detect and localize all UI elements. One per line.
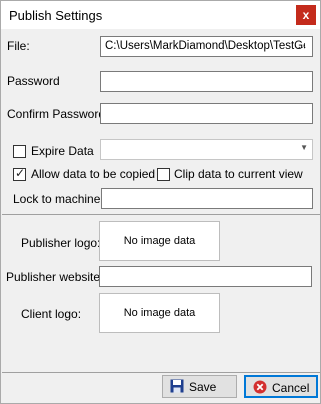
password-field[interactable]	[100, 71, 313, 92]
lock-to-machine-field[interactable]	[101, 188, 313, 209]
client-logo-label: Client logo:	[21, 307, 82, 321]
title-bar: Publish Settings x	[1, 1, 320, 29]
publisher-logo-placeholder: No image data	[123, 235, 196, 247]
client-logo-box[interactable]: No image data	[99, 293, 220, 333]
allow-copy-checkbox[interactable]: ✓	[13, 166, 26, 181]
close-button[interactable]: x	[296, 5, 316, 25]
window-title: Publish Settings	[9, 8, 103, 23]
cancel-button-label: Cancel	[272, 381, 310, 395]
chevron-down-icon[interactable]: ▼	[300, 143, 308, 152]
lock-to-machine-label: Lock to machine:	[13, 192, 104, 206]
browse-button[interactable]: ...	[294, 38, 310, 55]
file-path-value: C:\Users\MarkDiamond\Desktop\TestGe	[105, 40, 305, 52]
confirm-password-label: Confirm Password	[7, 107, 106, 121]
expire-data-checkbox[interactable]	[13, 145, 26, 158]
file-field[interactable]: C:\Users\MarkDiamond\Desktop\TestGe ...	[100, 36, 313, 57]
publisher-website-field[interactable]	[99, 266, 312, 287]
save-button[interactable]: Save	[162, 375, 237, 398]
checkmark-icon: ✓	[15, 166, 26, 180]
publisher-website-label: Publisher website:	[6, 270, 104, 284]
publish-settings-dialog: Publish Settings x File: C:\Users\MarkDi…	[0, 0, 321, 404]
publisher-logo-label: Publisher logo:	[21, 236, 101, 250]
clip-view-checkbox[interactable]	[157, 168, 170, 181]
cancel-icon	[253, 380, 267, 394]
file-label: File:	[7, 39, 30, 53]
client-logo-placeholder: No image data	[123, 307, 196, 319]
password-label: Password	[7, 74, 60, 88]
expire-date-combo[interactable]: ▼	[100, 139, 313, 160]
expire-data-label: Expire Data	[31, 144, 94, 158]
allow-copy-label: Allow data to be copied	[31, 167, 156, 181]
publisher-logo-box[interactable]: No image data	[99, 221, 220, 261]
floppy-disk-icon	[170, 379, 184, 393]
cancel-button[interactable]: Cancel	[244, 375, 318, 398]
confirm-password-field[interactable]	[100, 103, 313, 124]
branding-panel: Publisher logo: No image data Publisher …	[2, 214, 320, 373]
save-button-label: Save	[189, 380, 217, 394]
clip-view-label: Clip data to current view	[174, 167, 303, 181]
